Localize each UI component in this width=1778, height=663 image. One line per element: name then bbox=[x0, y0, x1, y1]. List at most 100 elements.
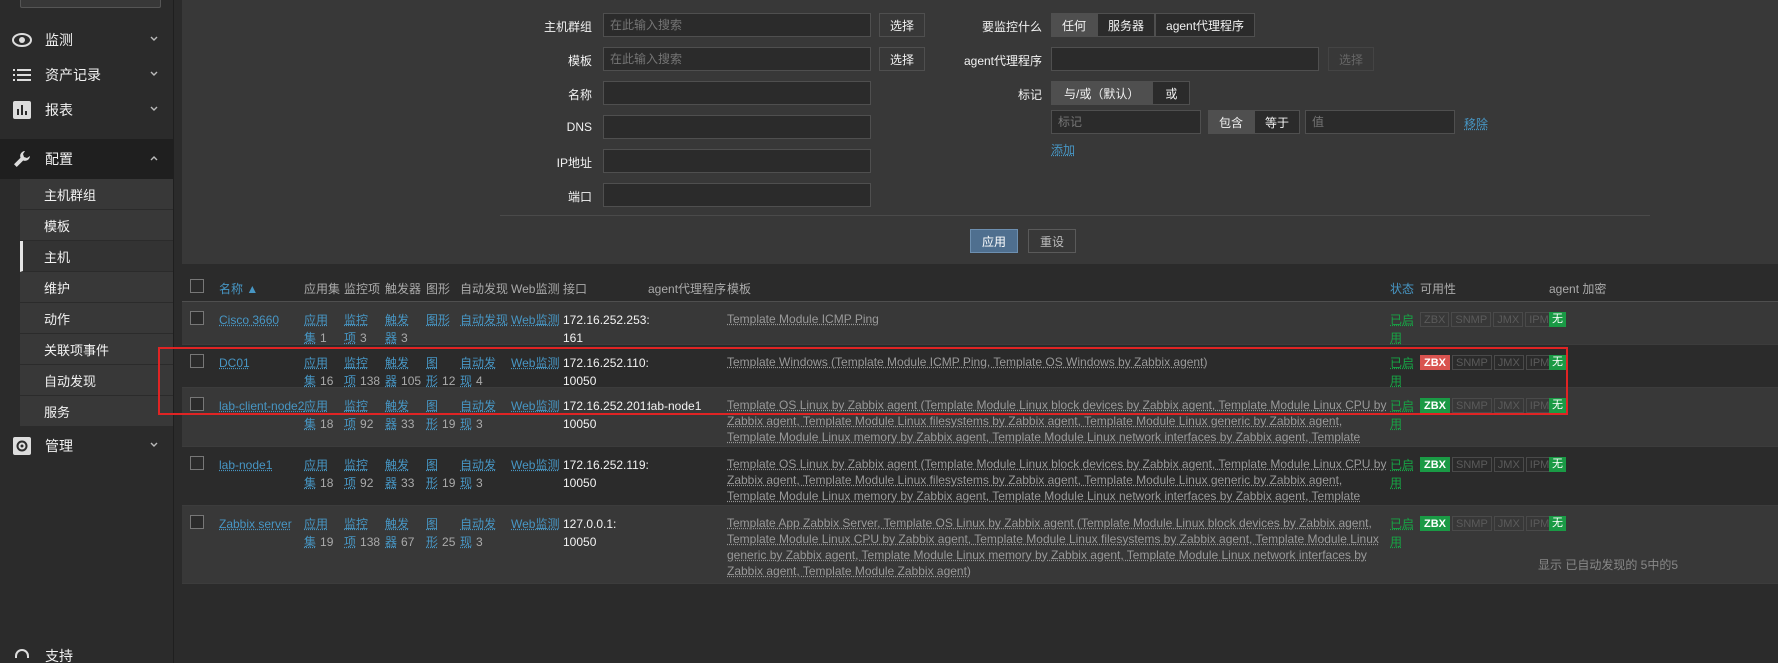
applications-link-2[interactable]: 集 bbox=[304, 331, 316, 345]
col-name[interactable]: 名称 ▲ bbox=[219, 280, 258, 297]
select-all-checkbox[interactable] bbox=[190, 279, 204, 293]
items-link-2[interactable]: 项 bbox=[344, 417, 356, 431]
discovery-link-2[interactable]: 现 bbox=[460, 535, 472, 549]
host-name-link[interactable]: DC01 bbox=[219, 354, 250, 372]
discovery-link[interactable]: 自动发 bbox=[460, 517, 496, 531]
templates-input[interactable] bbox=[603, 47, 871, 71]
graphs-link[interactable]: 图 bbox=[426, 399, 438, 413]
triggers-link[interactable]: 触发 bbox=[385, 458, 409, 472]
menu-reports[interactable]: 报表 bbox=[0, 90, 173, 130]
host-name-link[interactable]: Zabbix server bbox=[219, 515, 292, 533]
submenu-item-actions[interactable]: 动作 bbox=[20, 303, 173, 334]
tags-mode-or[interactable]: 或 bbox=[1152, 81, 1191, 105]
discovery-link-2[interactable]: 现 bbox=[460, 417, 472, 431]
discovery-link[interactable]: 自动发 bbox=[460, 458, 496, 472]
templates-links[interactable]: Template Module ICMP Ping bbox=[727, 312, 879, 326]
status-enabled-link[interactable]: 已启用 bbox=[1390, 399, 1414, 431]
applications-link[interactable]: 应用 bbox=[304, 313, 328, 327]
triggers-link-2[interactable]: 器 bbox=[385, 331, 397, 345]
web-link[interactable]: Web监测 bbox=[511, 311, 559, 329]
monitored-by-any[interactable]: 任何 bbox=[1051, 13, 1098, 37]
submenu-item-correlation[interactable]: 关联项事件 bbox=[20, 334, 173, 365]
graphs-link-2[interactable]: 形 bbox=[426, 374, 438, 388]
discovery-link-2[interactable]: 现 bbox=[460, 374, 472, 388]
monitored-by-server[interactable]: 服务器 bbox=[1097, 13, 1156, 37]
menu-configuration[interactable]: 配置 bbox=[0, 139, 173, 179]
items-link-2[interactable]: 项 bbox=[344, 374, 356, 388]
submenu-item-services[interactable]: 服务 bbox=[20, 396, 173, 427]
menu-inventory[interactable]: 资产记录 bbox=[0, 55, 173, 95]
row-checkbox[interactable] bbox=[190, 354, 204, 368]
templates-links[interactable]: Template App Zabbix Server, Template OS … bbox=[727, 516, 1379, 578]
row-checkbox[interactable] bbox=[190, 456, 204, 470]
tag-op-equals[interactable]: 等于 bbox=[1254, 110, 1301, 134]
row-checkbox[interactable] bbox=[190, 397, 204, 411]
proxy-select-button[interactable]: 选择 bbox=[1328, 47, 1374, 71]
triggers-link[interactable]: 触发 bbox=[385, 313, 409, 327]
items-link[interactable]: 监控 bbox=[344, 399, 368, 413]
status-enabled-link[interactable]: 已启用 bbox=[1390, 313, 1414, 345]
host-groups-input[interactable] bbox=[603, 13, 871, 37]
graphs-link[interactable]: 图形 bbox=[426, 313, 450, 327]
applications-link-2[interactable]: 集 bbox=[304, 374, 316, 388]
items-link[interactable]: 监控 bbox=[344, 458, 368, 472]
proxy-input[interactable] bbox=[1051, 47, 1319, 71]
submenu-item-templates[interactable]: 模板 bbox=[20, 210, 173, 241]
graphs-link[interactable]: 图 bbox=[426, 458, 438, 472]
applications-link[interactable]: 应用 bbox=[304, 399, 328, 413]
dns-input[interactable] bbox=[603, 115, 871, 139]
status-enabled-link[interactable]: 已启用 bbox=[1390, 517, 1414, 549]
submenu-item-hosts[interactable]: 主机 bbox=[20, 241, 173, 272]
applications-link-2[interactable]: 集 bbox=[304, 535, 316, 549]
applications-link[interactable]: 应用 bbox=[304, 517, 328, 531]
host-groups-select-button[interactable]: 选择 bbox=[879, 13, 925, 37]
reset-button[interactable]: 重设 bbox=[1028, 229, 1076, 253]
status-enabled-link[interactable]: 已启用 bbox=[1390, 356, 1414, 388]
discovery-link[interactable]: 自动发现 bbox=[460, 313, 508, 327]
tag-name-input[interactable] bbox=[1051, 110, 1201, 134]
web-link[interactable]: Web监测 bbox=[511, 354, 559, 372]
items-link-2[interactable]: 项 bbox=[344, 535, 356, 549]
templates-select-button[interactable]: 选择 bbox=[879, 47, 925, 71]
triggers-link[interactable]: 触发 bbox=[385, 356, 409, 370]
remove-tag-link[interactable]: 移除 bbox=[1464, 115, 1488, 132]
row-checkbox[interactable] bbox=[190, 515, 204, 529]
tag-value-input[interactable] bbox=[1305, 110, 1455, 134]
applications-link-2[interactable]: 集 bbox=[304, 417, 316, 431]
triggers-link[interactable]: 触发 bbox=[385, 399, 409, 413]
graphs-link-2[interactable]: 形 bbox=[426, 476, 438, 490]
name-input[interactable] bbox=[603, 81, 871, 105]
submenu-item-hostgroups[interactable]: 主机群组 bbox=[20, 179, 173, 210]
triggers-link-2[interactable]: 器 bbox=[385, 417, 397, 431]
add-tag-link[interactable]: 添加 bbox=[1051, 141, 1075, 158]
monitored-by-proxy[interactable]: agent代理程序 bbox=[1155, 13, 1256, 37]
row-checkbox[interactable] bbox=[190, 311, 204, 325]
discovery-link[interactable]: 自动发 bbox=[460, 399, 496, 413]
graphs-link[interactable]: 图 bbox=[426, 356, 438, 370]
menu-monitoring[interactable]: 监测 bbox=[0, 20, 173, 60]
ip-input[interactable] bbox=[603, 149, 871, 173]
templates-links[interactable]: Template Windows (Template Module ICMP P… bbox=[727, 355, 1207, 369]
menu-administration[interactable]: 管理 bbox=[0, 426, 173, 466]
host-name-link[interactable]: Cisco 3660 bbox=[219, 311, 279, 329]
items-link[interactable]: 监控 bbox=[344, 517, 368, 531]
tags-mode-and-or[interactable]: 与/或（默认） bbox=[1051, 81, 1153, 105]
web-link[interactable]: Web监测 bbox=[511, 456, 559, 474]
sidebar-search-box[interactable] bbox=[20, 0, 161, 8]
graphs-link-2[interactable]: 形 bbox=[426, 417, 438, 431]
applications-link[interactable]: 应用 bbox=[304, 356, 328, 370]
apply-button[interactable]: 应用 bbox=[970, 229, 1018, 253]
items-link[interactable]: 监控 bbox=[344, 356, 368, 370]
triggers-link-2[interactable]: 器 bbox=[385, 476, 397, 490]
host-name-link[interactable]: lab-client-node2 bbox=[219, 397, 304, 415]
triggers-link-2[interactable]: 器 bbox=[385, 374, 397, 388]
applications-link-2[interactable]: 集 bbox=[304, 476, 316, 490]
submenu-item-maintenance[interactable]: 维护 bbox=[20, 272, 173, 303]
items-link-2[interactable]: 项 bbox=[344, 476, 356, 490]
applications-link[interactable]: 应用 bbox=[304, 458, 328, 472]
discovery-link-2[interactable]: 现 bbox=[460, 476, 472, 490]
menu-support[interactable]: 支持 bbox=[0, 636, 173, 663]
graphs-link-2[interactable]: 形 bbox=[426, 535, 438, 549]
items-link[interactable]: 监控 bbox=[344, 313, 368, 327]
submenu-item-discovery[interactable]: 自动发现 bbox=[20, 365, 173, 396]
